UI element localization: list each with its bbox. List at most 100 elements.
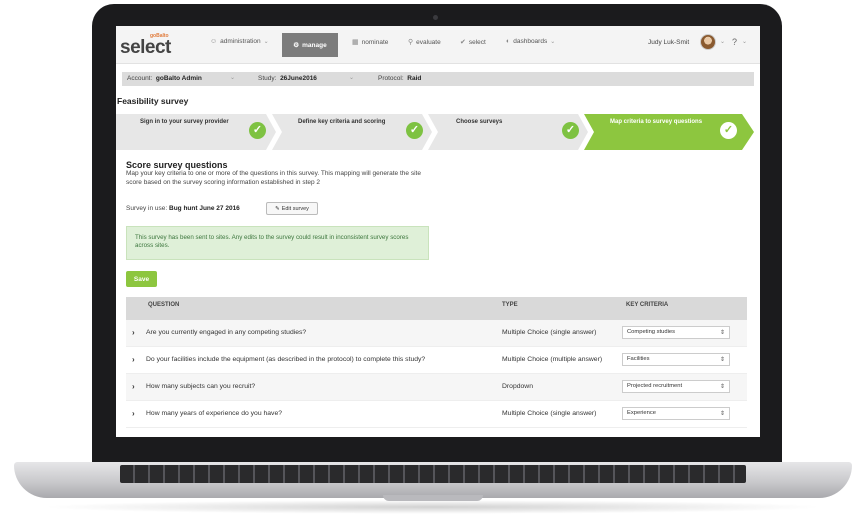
nav-evaluate-label: evaluate <box>416 38 441 46</box>
study-selector[interactable]: Study: 26June2016 <box>258 75 317 82</box>
chevron-right-icon[interactable]: › <box>132 328 135 337</box>
step-label: Map criteria to survey questions <box>610 119 703 125</box>
nav-dashboards-label: dashboards <box>513 38 548 45</box>
question-type: Dropdown <box>502 383 533 390</box>
context-bar: Account: goBalto Admin ⌄ Study: 26June20… <box>122 72 754 86</box>
select-arrow-icon: ⇕ <box>719 357 725 363</box>
camera <box>433 15 438 20</box>
chevron-down-icon[interactable]: ⌄ <box>742 38 747 45</box>
table-row[interactable]: › How many years of experience do you ha… <box>126 401 747 428</box>
step-choose-surveys[interactable]: Choose surveys ✓ <box>428 114 588 150</box>
step-define-criteria[interactable]: Define key criteria and scoring ✓ <box>272 114 432 150</box>
edit-survey-label: Edit survey <box>281 205 309 212</box>
protocol-selector[interactable]: Protocol: Raid <box>378 75 421 82</box>
building-icon: ▦ <box>352 39 359 46</box>
key-criteria-value: Experience <box>627 410 657 416</box>
step-label: Define key criteria and scoring <box>298 119 386 125</box>
nav-select[interactable]: ✔ select <box>460 38 486 47</box>
chevron-down-icon[interactable]: ⌄ <box>720 38 725 45</box>
key-criteria-value: Competing studies <box>627 329 676 335</box>
user-icon: ☺ <box>210 38 218 45</box>
survey-in-use-label: Survey in use: <box>126 205 168 212</box>
laptop-shadow <box>40 500 826 514</box>
check-icon: ✓ <box>562 122 579 139</box>
key-criteria-value: Facilities <box>627 356 650 362</box>
nav-dashboards[interactable]: ◐ dashboards ⌄ <box>506 38 555 45</box>
study-value: 26June2016 <box>280 75 317 82</box>
step-sign-in[interactable]: Sign in to your survey provider ✓ <box>116 114 276 150</box>
step-label: Sign in to your survey provider <box>140 119 229 125</box>
nav-evaluate[interactable]: ⚲ evaluate <box>408 38 441 47</box>
protocol-value: Raid <box>407 75 422 82</box>
wizard-steps: Sign in to your survey provider ✓ Define… <box>116 114 760 150</box>
study-label: Study: <box>258 75 277 82</box>
table-row[interactable]: › Are you currently engaged in any compe… <box>126 320 747 347</box>
nav-manage[interactable]: ⚙ manage <box>282 33 338 57</box>
chevron-down-icon[interactable]: ⌄ <box>349 74 354 81</box>
key-criteria-select[interactable]: Facilities ⇕ <box>622 353 730 366</box>
protocol-label: Protocol: <box>378 75 404 82</box>
section-description: Map your key criteria to one or more of … <box>126 170 421 186</box>
alert-message: This survey has been sent to sites. Any … <box>126 226 429 260</box>
step-map-criteria[interactable]: Map criteria to survey questions ✓ <box>584 114 754 150</box>
table-row[interactable]: › How many subjects can you recruit? Dro… <box>126 374 747 401</box>
keyboard <box>120 465 746 483</box>
nav-manage-label: manage <box>302 41 327 49</box>
key-criteria-select[interactable]: Projected recruitment ⇕ <box>622 380 730 393</box>
question-text: How many years of experience do you have… <box>146 410 283 417</box>
key-criteria-value: Projected recruitment <box>627 383 683 389</box>
nav-administration[interactable]: ☺ administration ⌄ <box>210 38 269 45</box>
check-icon: ✓ <box>249 122 266 139</box>
question-type: Multiple Choice (single answer) <box>502 410 597 417</box>
question-text: Do your facilities include the equipment… <box>146 356 426 363</box>
chevron-right-icon[interactable]: › <box>132 355 135 364</box>
chevron-down-icon: ⌄ <box>263 39 269 45</box>
select-arrow-icon: ⇕ <box>719 330 725 336</box>
nav-nominate[interactable]: ▦ nominate <box>352 38 389 47</box>
chevron-down-icon[interactable]: ⌄ <box>230 74 235 81</box>
table-body: › Are you currently engaged in any compe… <box>126 320 747 428</box>
account-label: Account: <box>127 75 153 82</box>
step-label: Choose surveys <box>456 119 503 125</box>
question-text: How many subjects can you recruit? <box>146 383 256 390</box>
select-arrow-icon: ⇕ <box>719 384 725 390</box>
check-icon: ✓ <box>406 122 423 139</box>
top-nav: goBalto select ☺ administration ⌄ ⚙ mana… <box>116 26 760 64</box>
criteria-table: QUESTION TYPE KEY CRITERIA › Are you cur… <box>126 297 747 428</box>
section-title: Score survey questions <box>126 160 228 170</box>
help-icon[interactable]: ? <box>732 37 737 47</box>
logo-text: select <box>120 37 171 58</box>
user-name[interactable]: Judy Luk-Smit <box>648 39 689 46</box>
app-screen: goBalto select ☺ administration ⌄ ⚙ mana… <box>116 26 760 437</box>
avatar[interactable] <box>700 34 716 50</box>
survey-in-use-value: Bug hunt June 27 2016 <box>169 205 240 212</box>
chevron-right-icon[interactable]: › <box>132 409 135 418</box>
question-type: Multiple Choice (single answer) <box>502 329 597 336</box>
dashboard-icon: ◐ <box>506 38 511 45</box>
header-question: QUESTION <box>148 302 180 308</box>
key-criteria-select[interactable]: Competing studies ⇕ <box>622 326 730 339</box>
question-text: Are you currently engaged in any competi… <box>146 329 307 336</box>
select-arrow-icon: ⇕ <box>719 411 725 417</box>
check-icon: ✓ <box>720 122 737 139</box>
save-button[interactable]: Save <box>126 271 157 287</box>
account-value: goBalto Admin <box>155 75 202 82</box>
table-row[interactable]: › Do your facilities include the equipme… <box>126 347 747 374</box>
header-key-criteria: KEY CRITERIA <box>626 302 669 308</box>
question-type: Multiple Choice (multiple answer) <box>502 356 603 363</box>
chevron-down-icon: ⌄ <box>550 39 556 45</box>
chevron-right-icon[interactable]: › <box>132 382 135 391</box>
search-icon: ⚲ <box>408 39 414 46</box>
edit-survey-button[interactable]: ✎ Edit survey <box>266 202 318 215</box>
page-title: Feasibility survey <box>117 96 189 106</box>
key-criteria-select[interactable]: Experience ⇕ <box>622 407 730 420</box>
laptop-notch <box>383 495 483 501</box>
survey-in-use: Survey in use: Bug hunt June 27 2016 <box>126 205 240 212</box>
nav-nominate-label: nominate <box>361 38 389 46</box>
table-header: QUESTION TYPE KEY CRITERIA <box>126 297 747 320</box>
nav-select-label: select <box>468 38 486 46</box>
account-selector[interactable]: Account: goBalto Admin <box>127 75 202 82</box>
pencil-icon: ✎ <box>275 205 280 212</box>
nav-administration-label: administration <box>220 38 261 45</box>
check-circle-icon: ✔ <box>460 39 466 46</box>
